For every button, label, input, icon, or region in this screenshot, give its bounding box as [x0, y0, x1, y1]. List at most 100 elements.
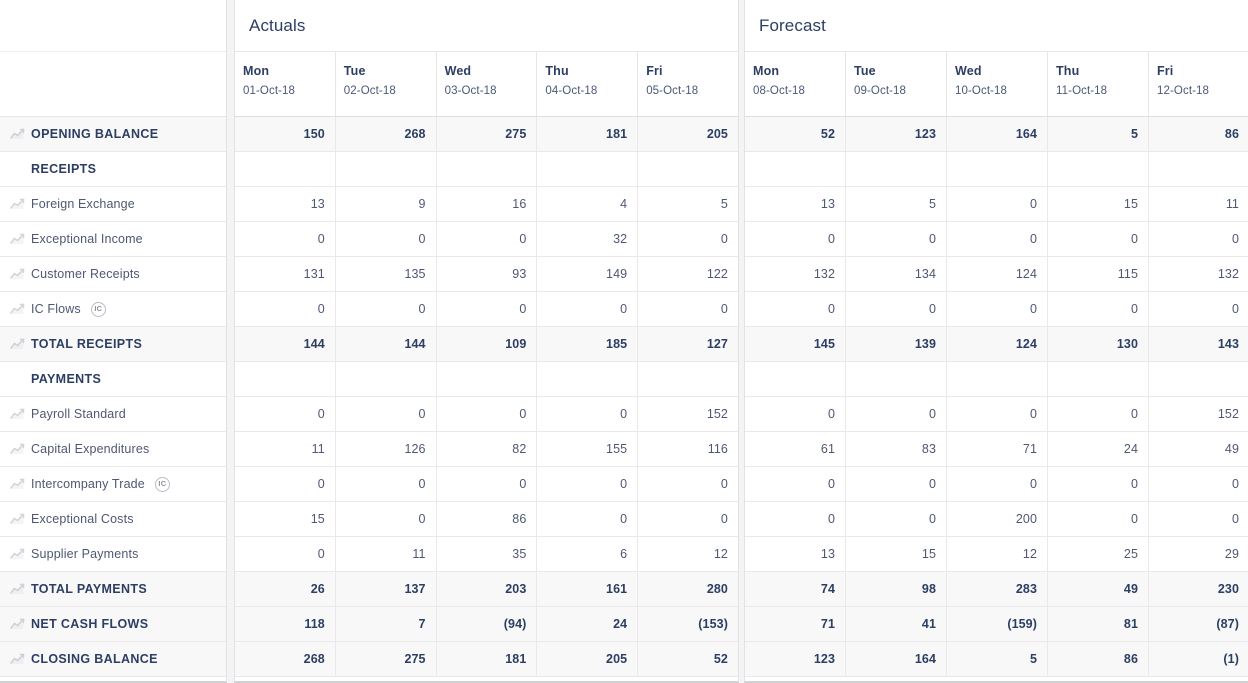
row-label-intercompany-trade[interactable]: Intercompany TradeIC: [0, 467, 226, 502]
value-cell[interactable]: 132: [745, 257, 846, 291]
value-cell[interactable]: (87): [1149, 607, 1248, 641]
value-cell[interactable]: [1149, 152, 1248, 186]
value-cell[interactable]: 5: [846, 187, 947, 221]
value-cell[interactable]: 149: [537, 257, 638, 291]
sparkline-chart-icon[interactable]: [10, 653, 31, 665]
value-cell[interactable]: 132: [1149, 257, 1248, 291]
value-cell[interactable]: 0: [846, 222, 947, 256]
value-cell[interactable]: 143: [1149, 327, 1248, 361]
value-cell[interactable]: 0: [437, 397, 538, 431]
value-cell[interactable]: 13: [745, 537, 846, 571]
value-cell[interactable]: 135: [336, 257, 437, 291]
value-cell[interactable]: 126: [336, 432, 437, 466]
value-cell[interactable]: 52: [638, 642, 738, 676]
value-cell[interactable]: 145: [745, 327, 846, 361]
value-cell[interactable]: 0: [537, 467, 638, 501]
value-cell[interactable]: 161: [537, 572, 638, 606]
value-cell[interactable]: 139: [846, 327, 947, 361]
value-cell[interactable]: [336, 152, 437, 186]
value-cell[interactable]: 181: [537, 117, 638, 151]
value-cell[interactable]: 144: [336, 327, 437, 361]
value-cell[interactable]: 127: [638, 327, 738, 361]
value-cell[interactable]: 152: [1149, 397, 1248, 431]
value-cell[interactable]: 123: [846, 117, 947, 151]
value-cell[interactable]: 0: [1048, 467, 1149, 501]
value-cell[interactable]: 49: [1048, 572, 1149, 606]
value-cell[interactable]: 164: [947, 117, 1048, 151]
value-cell[interactable]: 16: [437, 187, 538, 221]
date-column-header[interactable]: Thu04-Oct-18: [537, 52, 638, 116]
value-cell[interactable]: 0: [638, 502, 738, 536]
sparkline-chart-icon[interactable]: [10, 198, 31, 210]
intercompany-badge-icon[interactable]: IC: [155, 477, 170, 492]
value-cell[interactable]: 0: [336, 467, 437, 501]
value-cell[interactable]: 0: [235, 467, 336, 501]
row-label-exceptional-income[interactable]: Exceptional Income: [0, 222, 226, 257]
value-cell[interactable]: 0: [235, 397, 336, 431]
value-cell[interactable]: 0: [846, 467, 947, 501]
value-cell[interactable]: [235, 152, 336, 186]
value-cell[interactable]: 86: [437, 502, 538, 536]
row-label-closing-balance[interactable]: CLOSING BALANCE: [0, 642, 226, 677]
value-cell[interactable]: 13: [745, 187, 846, 221]
value-cell[interactable]: 32: [537, 222, 638, 256]
value-cell[interactable]: [437, 152, 538, 186]
value-cell[interactable]: [947, 362, 1048, 396]
date-column-header[interactable]: Wed10-Oct-18: [947, 52, 1048, 116]
value-cell[interactable]: 116: [638, 432, 738, 466]
date-column-header[interactable]: Thu11-Oct-18: [1048, 52, 1149, 116]
value-cell[interactable]: [947, 152, 1048, 186]
value-cell[interactable]: 0: [846, 397, 947, 431]
value-cell[interactable]: 144: [235, 327, 336, 361]
value-cell[interactable]: 109: [437, 327, 538, 361]
value-cell[interactable]: 181: [437, 642, 538, 676]
value-cell[interactable]: 0: [846, 502, 947, 536]
value-cell[interactable]: 0: [1149, 467, 1248, 501]
value-cell[interactable]: [235, 362, 336, 396]
value-cell[interactable]: 15: [1048, 187, 1149, 221]
value-cell[interactable]: 164: [846, 642, 947, 676]
row-label-ic-flows[interactable]: IC FlowsIC: [0, 292, 226, 327]
value-cell[interactable]: 203: [437, 572, 538, 606]
value-cell[interactable]: 52: [745, 117, 846, 151]
sparkline-chart-icon[interactable]: [10, 303, 31, 315]
value-cell[interactable]: 124: [947, 257, 1048, 291]
value-cell[interactable]: 0: [947, 222, 1048, 256]
value-cell[interactable]: 150: [235, 117, 336, 151]
value-cell[interactable]: [537, 362, 638, 396]
value-cell[interactable]: 81: [1048, 607, 1149, 641]
value-cell[interactable]: 11: [235, 432, 336, 466]
value-cell[interactable]: 0: [437, 292, 538, 326]
value-cell[interactable]: 131: [235, 257, 336, 291]
value-cell[interactable]: 0: [745, 222, 846, 256]
value-cell[interactable]: 86: [1048, 642, 1149, 676]
value-cell[interactable]: [336, 362, 437, 396]
value-cell[interactable]: 134: [846, 257, 947, 291]
value-cell[interactable]: 0: [235, 222, 336, 256]
date-column-header[interactable]: Tue09-Oct-18: [846, 52, 947, 116]
value-cell[interactable]: 0: [638, 467, 738, 501]
sparkline-chart-icon[interactable]: [10, 233, 31, 245]
sparkline-chart-icon[interactable]: [10, 583, 31, 595]
value-cell[interactable]: 71: [745, 607, 846, 641]
value-cell[interactable]: 0: [1048, 292, 1149, 326]
date-column-header[interactable]: Mon01-Oct-18: [235, 52, 336, 116]
value-cell[interactable]: 12: [947, 537, 1048, 571]
value-cell[interactable]: 268: [235, 642, 336, 676]
sparkline-chart-icon[interactable]: [10, 338, 31, 350]
sparkline-chart-icon[interactable]: [10, 128, 31, 140]
value-cell[interactable]: 115: [1048, 257, 1149, 291]
value-cell[interactable]: [1149, 362, 1248, 396]
value-cell[interactable]: [846, 152, 947, 186]
value-cell[interactable]: 0: [537, 292, 638, 326]
value-cell[interactable]: 0: [1149, 222, 1248, 256]
value-cell[interactable]: 275: [336, 642, 437, 676]
value-cell[interactable]: 0: [745, 467, 846, 501]
value-cell[interactable]: (94): [437, 607, 538, 641]
value-cell[interactable]: 283: [947, 572, 1048, 606]
value-cell[interactable]: 35: [437, 537, 538, 571]
row-label-net-cash-flows[interactable]: NET CASH FLOWS: [0, 607, 226, 642]
value-cell[interactable]: [638, 362, 738, 396]
value-cell[interactable]: 0: [235, 537, 336, 571]
row-label-total-receipts[interactable]: TOTAL RECEIPTS: [0, 327, 226, 362]
